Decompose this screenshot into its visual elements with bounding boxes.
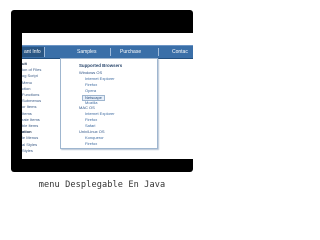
left-nav-item[interactable]: Styles — [22, 148, 62, 154]
left-nav-list: ult ion of Files og Script Menu ction Functio… — [22, 61, 62, 154]
menu-separator — [110, 48, 111, 56]
submenu-group-label: Windows OS — [79, 70, 103, 75]
submenu-item[interactable]: Firefox — [85, 118, 97, 122]
submenu-item[interactable]: Konqueror — [85, 135, 104, 140]
caption-text: menu Desplegable En Java — [38, 180, 166, 190]
dropdown-submenu: Supported Browsers Windows OS Internet Ex… — [60, 58, 158, 149]
menu-separator — [158, 48, 159, 56]
submenu-header: Supported Browsers — [79, 63, 123, 68]
submenu-item[interactable]: Safari — [85, 124, 95, 128]
page-preview: ant Info Samples Purchase Contac ult ion … — [22, 33, 193, 159]
submenu-item[interactable]: Internet Explorer — [85, 112, 115, 116]
menu-item-purchase[interactable]: Purchase — [120, 47, 141, 57]
submenu-item[interactable]: Firefox — [85, 82, 97, 87]
submenu-item[interactable]: Internet Explorer — [85, 76, 115, 81]
top-menu-bar: ant Info Samples Purchase Contac — [22, 45, 193, 59]
submenu-group-label: Unix/Linux OS — [79, 129, 105, 134]
menu-item-samples[interactable]: Samples — [77, 47, 96, 57]
menu-item-contact[interactable]: Contac — [172, 47, 188, 57]
submenu-item[interactable]: Mozilla — [85, 100, 97, 105]
submenu-group-label: MAC OS — [79, 105, 95, 111]
submenu-item[interactable]: Firefox — [85, 141, 97, 146]
menu-item-info[interactable]: ant Info — [22, 47, 45, 57]
submenu-item[interactable]: Opera — [85, 88, 96, 93]
